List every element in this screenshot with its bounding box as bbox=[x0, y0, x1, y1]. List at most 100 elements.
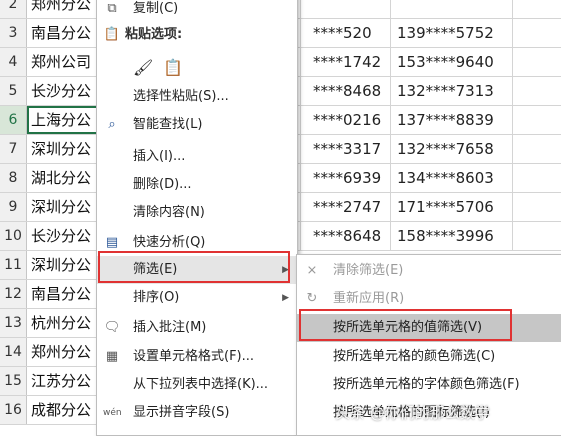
row-header[interactable]: 9 bbox=[0, 193, 27, 221]
menu-item-sort[interactable]: 排序(O) ▶ bbox=[97, 284, 297, 312]
menu-item-insert-comment[interactable]: 🗨 插入批注(M) bbox=[97, 314, 297, 342]
cell-company[interactable]: 南昌分公 bbox=[27, 19, 101, 47]
row-header[interactable]: 15 bbox=[0, 367, 27, 395]
cell-phone-b[interactable]: 137****8839 bbox=[390, 106, 517, 134]
cell-empty[interactable] bbox=[512, 0, 561, 18]
menu-item-label: 复制(C) bbox=[133, 1, 179, 16]
cell-phone-a[interactable]: ****3317 bbox=[300, 135, 395, 163]
cell-empty[interactable] bbox=[512, 222, 561, 250]
cell-phone-b[interactable] bbox=[390, 0, 517, 18]
cell-company[interactable]: 长沙分公 bbox=[27, 77, 101, 105]
cell-phone-b[interactable]: 153****9640 bbox=[390, 48, 517, 76]
menu-item-smart-lookup[interactable]: ⌕ 智能查找(L) bbox=[97, 111, 297, 139]
cell-company[interactable]: 郑州公司 bbox=[27, 48, 101, 76]
reapply-icon: ↻ bbox=[306, 291, 318, 306]
cell-phone-b[interactable]: 171****5706 bbox=[390, 193, 517, 221]
cell-phone-a[interactable]: ****1742 bbox=[300, 48, 395, 76]
cell-company[interactable]: 深圳分公 bbox=[27, 251, 101, 279]
cell-company[interactable]: 郑州分公 bbox=[27, 338, 101, 366]
cell-company[interactable]: 长沙分公 bbox=[27, 222, 101, 250]
watermark: 头条 @你们的那么数学 bbox=[335, 404, 490, 422]
row-header[interactable]: 2 bbox=[0, 0, 27, 18]
cell-empty[interactable] bbox=[512, 48, 561, 76]
cell-phone-a[interactable]: ****8468 bbox=[300, 77, 395, 105]
row-header[interactable]: 3 bbox=[0, 19, 27, 47]
menu-item-show-phonetic[interactable]: wén 显示拼音字段(S) bbox=[97, 399, 297, 427]
cell-phone-b[interactable]: 134****8603 bbox=[390, 164, 517, 192]
menu-item-label: 智能查找(L) bbox=[133, 117, 203, 132]
menu-item-label: 按所选单元格的颜色筛选(C) bbox=[333, 349, 496, 364]
cell-phone-a[interactable]: ****6939 bbox=[300, 164, 395, 192]
cell-phone-a[interactable]: ****8648 bbox=[300, 222, 395, 250]
row-header[interactable]: 13 bbox=[0, 309, 27, 337]
menu-item-pick-from-list[interactable]: 从下拉列表中选择(K)... bbox=[97, 371, 297, 399]
cell-phone-b[interactable]: 132****7658 bbox=[390, 135, 517, 163]
menu-item-filter[interactable]: 筛选(E) ▶ bbox=[97, 256, 297, 284]
submenu-item-reapply[interactable]: ↻ 重新应用(R) bbox=[297, 285, 561, 313]
menu-item-paste-special[interactable]: 选择性粘贴(S)... bbox=[97, 83, 297, 111]
submenu-item-clear-filter[interactable]: ⨯ 清除筛选(E) bbox=[297, 257, 561, 285]
menu-item-label: 设置单元格格式(F)... bbox=[133, 349, 255, 364]
menu-item-clear-contents[interactable]: 清除内容(N) bbox=[97, 199, 297, 227]
cell-phone-a[interactable] bbox=[300, 0, 395, 18]
row-header[interactable]: 12 bbox=[0, 280, 27, 308]
paste-formatting-icon[interactable]: 🖌 bbox=[133, 54, 153, 82]
menu-item-label: 删除(D)... bbox=[133, 177, 192, 192]
cell-empty[interactable] bbox=[512, 77, 561, 105]
cell-phone-b[interactable]: 139****5752 bbox=[390, 19, 517, 47]
cell-phone-b[interactable]: 158****3996 bbox=[390, 222, 517, 250]
cell-company[interactable]: 南昌分公 bbox=[27, 280, 101, 308]
menu-item-label: 筛选(E) bbox=[133, 262, 178, 277]
cell-company[interactable]: 郑州分公 bbox=[27, 0, 101, 18]
cell-company[interactable]: 成都分公 bbox=[27, 396, 101, 424]
row-header[interactable]: 7 bbox=[0, 135, 27, 163]
cell-company[interactable]: 深圳分公 bbox=[27, 193, 101, 221]
cell-company[interactable]: 江苏分公 bbox=[27, 367, 101, 395]
row-header[interactable]: 4 bbox=[0, 48, 27, 76]
submenu-item-filter-by-font-color[interactable]: 按所选单元格的字体颜色筛选(F) bbox=[297, 371, 561, 399]
row-header[interactable]: 14 bbox=[0, 338, 27, 366]
paste-icon[interactable]: 📋 bbox=[163, 54, 183, 82]
cell-phone-b[interactable]: 132****7313 bbox=[390, 77, 517, 105]
cell-empty[interactable] bbox=[512, 19, 561, 47]
row-header[interactable]: 10 bbox=[0, 222, 27, 250]
cell-company[interactable]: 杭州分公 bbox=[27, 309, 101, 337]
menu-item-insert[interactable]: 插入(I)... bbox=[97, 143, 297, 171]
menu-item-label: 选择性粘贴(S)... bbox=[133, 89, 229, 104]
paste-option-buttons: 🖌 📋 bbox=[97, 50, 297, 78]
cell-phone-a[interactable]: ****520 bbox=[300, 19, 395, 47]
clear-filter-icon: ⨯ bbox=[306, 263, 318, 278]
row-header[interactable]: 6 bbox=[0, 106, 27, 134]
cell-empty[interactable] bbox=[512, 193, 561, 221]
paste-icon: 📋 bbox=[103, 27, 121, 42]
row-header[interactable]: 5 bbox=[0, 77, 27, 105]
menu-item-quick-analysis[interactable]: ▤ 快速分析(Q) bbox=[97, 229, 297, 257]
menu-item-copy[interactable]: ⧉ 复制(C) bbox=[97, 0, 297, 23]
submenu-item-filter-by-color[interactable]: 按所选单元格的颜色筛选(C) bbox=[297, 343, 561, 371]
row-header[interactable]: 8 bbox=[0, 164, 27, 192]
cell-company[interactable]: 湖北分公 bbox=[27, 164, 101, 192]
context-menu: ⧉ 复制(C) 📋 粘贴选项: 🖌 📋 选择性粘贴(S)... ⌕ 智能查找(L… bbox=[96, 0, 298, 436]
menu-item-label: 插入批注(M) bbox=[133, 320, 207, 335]
cell-empty[interactable] bbox=[512, 106, 561, 134]
cell-phone-a[interactable]: ****0216 bbox=[300, 106, 395, 134]
quick-analysis-icon: ▤ bbox=[105, 235, 119, 250]
cell-company[interactable]: 深圳分公 bbox=[27, 135, 101, 163]
cell-empty[interactable] bbox=[512, 164, 561, 192]
menu-item-label: 排序(O) bbox=[133, 290, 180, 305]
row-header[interactable]: 11 bbox=[0, 251, 27, 279]
comment-icon: 🗨 bbox=[103, 320, 121, 335]
format-cells-icon: ▦ bbox=[105, 349, 119, 364]
submenu-item-filter-by-value[interactable]: 按所选单元格的值筛选(V) bbox=[297, 314, 561, 342]
menu-item-format-cells[interactable]: ▦ 设置单元格格式(F)... bbox=[97, 343, 297, 371]
cell-empty[interactable] bbox=[512, 135, 561, 163]
paste-options-header: 📋 粘贴选项: bbox=[97, 21, 297, 49]
menu-item-delete[interactable]: 删除(D)... bbox=[97, 171, 297, 199]
cell-company-selected[interactable]: 上海分公 bbox=[27, 106, 101, 134]
menu-item-label: 清除筛选(E) bbox=[333, 263, 404, 278]
menu-item-label: 显示拼音字段(S) bbox=[133, 405, 230, 420]
row-header[interactable]: 16 bbox=[0, 396, 27, 424]
menu-item-label: 插入(I)... bbox=[133, 149, 186, 164]
cell-phone-a[interactable]: ****2747 bbox=[300, 193, 395, 221]
phonetic-icon: wén bbox=[103, 408, 122, 418]
